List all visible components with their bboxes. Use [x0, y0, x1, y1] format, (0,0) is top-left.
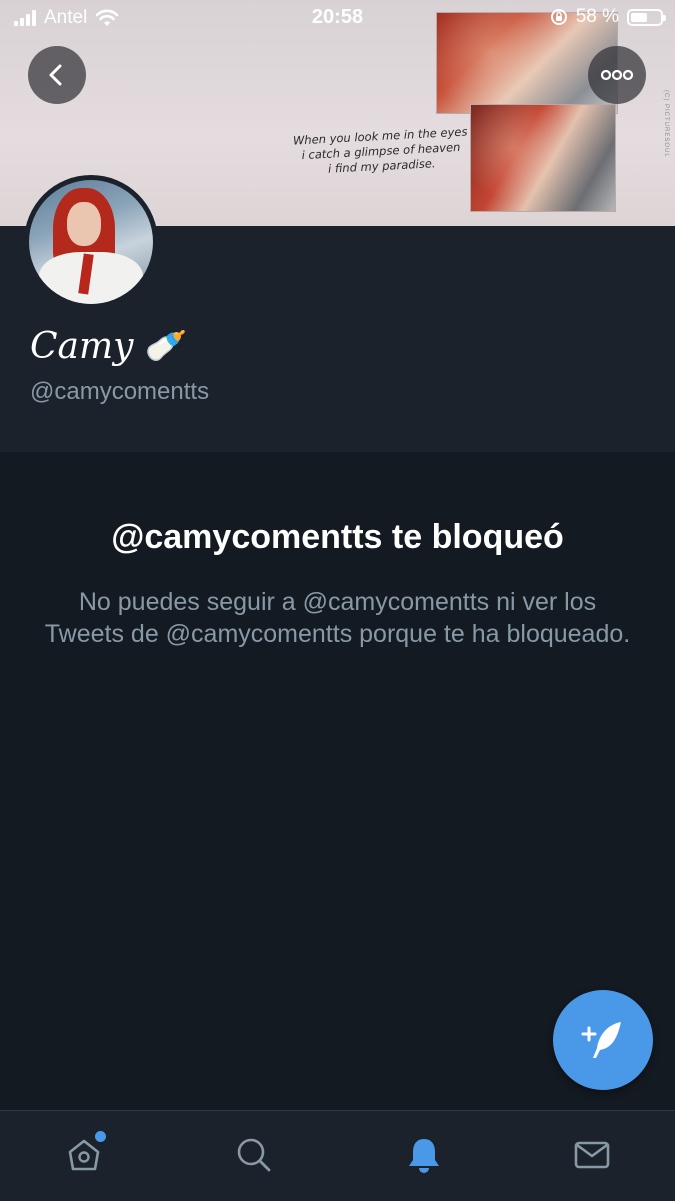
blocked-description: No puedes seguir a @camycomentts ni ver …	[44, 588, 631, 648]
blocked-title: @camycomentts te bloqueó	[111, 518, 564, 556]
tab-messages[interactable]	[570, 1133, 614, 1177]
more-options-button[interactable]	[588, 46, 646, 104]
tab-notifications[interactable]	[402, 1133, 446, 1177]
battery-fill	[631, 12, 647, 22]
status-bar: Antel 20:58 58 %	[0, 0, 675, 38]
chevron-left-icon	[49, 64, 62, 86]
mail-icon	[574, 1141, 610, 1169]
battery-icon	[627, 8, 666, 26]
tab-search[interactable]	[232, 1133, 276, 1177]
banner-watermark: (C) PICTURESOUL	[663, 90, 669, 158]
bottom-tab-bar	[0, 1110, 675, 1201]
profile-handle: @camycomentts	[30, 378, 210, 405]
more-icon	[600, 69, 634, 81]
banner-quote: When you look me in the eyes i catch a g…	[285, 124, 477, 179]
search-icon	[237, 1138, 271, 1172]
back-button[interactable]	[28, 46, 86, 104]
status-right: 58 %	[550, 6, 666, 28]
battery-percent: 58 %	[575, 6, 619, 27]
baby-bottle-emoji: 🍼	[143, 329, 181, 364]
banner-photo-bottom	[470, 104, 616, 212]
compose-feather-icon	[581, 1022, 621, 1058]
rotation-lock-icon	[550, 9, 567, 25]
display-name: Camy 🍼	[30, 326, 181, 367]
display-name-text: Camy	[30, 326, 134, 367]
notification-dot	[95, 1131, 106, 1142]
tab-home[interactable]	[62, 1131, 106, 1177]
avatar[interactable]	[24, 175, 158, 309]
compose-tweet-button[interactable]	[553, 990, 653, 1090]
bell-icon	[409, 1139, 439, 1173]
avatar-image	[29, 180, 153, 304]
